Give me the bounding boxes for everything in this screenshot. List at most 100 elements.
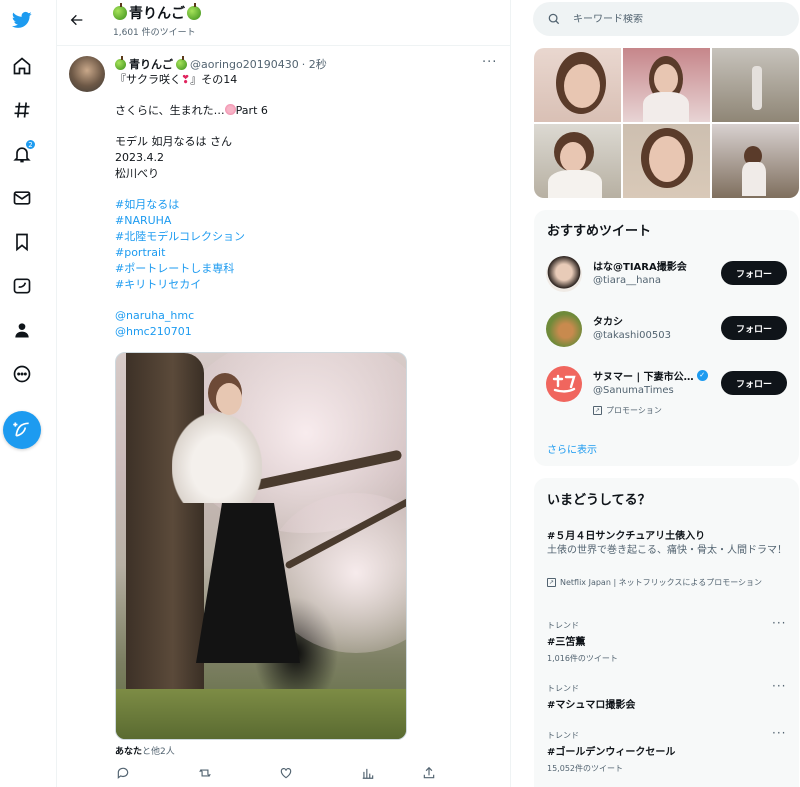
trends-title: いまどうしてる？: [547, 493, 651, 508]
avatar[interactable]: [546, 366, 582, 402]
trend-name: #マシュマロ撮影会: [547, 700, 636, 711]
search-box[interactable]: [533, 2, 799, 36]
tweet-text: 『サクラ咲く❣』その14 さくらに、生まれた… Part 6 モデル 如月なるは …: [115, 72, 495, 340]
like-heart-icon[interactable]: [278, 765, 294, 781]
tweet-model-line: モデル 如月なるは さん: [115, 135, 232, 148]
profile-header: 青りんご 1,601 件のツイート: [57, 0, 510, 46]
explore-hashtag-icon[interactable]: [10, 98, 34, 122]
hashtag-link[interactable]: #キリトリセカイ: [115, 277, 495, 293]
tweet-time[interactable]: · 2秒: [302, 56, 327, 72]
follow-button[interactable]: フォロー: [721, 261, 787, 285]
gallery-image[interactable]: [534, 48, 621, 122]
show-more-link[interactable]: さらに表示: [547, 441, 597, 456]
search-icon: [548, 13, 560, 25]
twitter-blue-icon[interactable]: [10, 274, 34, 298]
recommended-user[interactable]: はな@TIARA撮影会 @tiara__hana フォロー: [534, 256, 799, 306]
gallery-image[interactable]: [534, 124, 621, 198]
recommended-user-name: サヌマー | 下妻市公…: [593, 372, 694, 383]
tweet-more-icon[interactable]: ···: [482, 55, 497, 70]
promoted-text: プロモーション: [606, 406, 662, 415]
trend-name: #三笘薫: [547, 637, 586, 648]
left-nav: 2: [0, 0, 44, 787]
tweet-subtitle-start: さくらに、生まれた…: [115, 104, 225, 117]
tweet-author-avatar[interactable]: [69, 56, 105, 92]
promoted-icon: ↗: [593, 406, 602, 415]
avatar[interactable]: [546, 256, 582, 292]
reply-icon[interactable]: [115, 765, 131, 781]
sanuma-logo-icon: [552, 374, 576, 393]
tweet-date-line: 2023.4.2: [115, 151, 164, 164]
follow-button[interactable]: フォロー: [721, 371, 787, 395]
recommended-user[interactable]: タカシ @takashi00503 フォロー: [534, 311, 799, 361]
liked-by-you: あなた: [115, 747, 143, 757]
liked-by-others: と他2人: [142, 747, 175, 757]
messages-envelope-icon[interactable]: [10, 186, 34, 210]
more-options-circle-icon[interactable]: [10, 362, 34, 386]
right-sidebar: おすすめツイート はな@TIARA撮影会 @tiara__hana フォロー タ…: [521, 0, 800, 787]
trend-more-icon[interactable]: ···: [772, 616, 786, 630]
recommended-user-handle: @SanumaTimes: [593, 385, 674, 396]
profile-person-icon[interactable]: [10, 318, 34, 342]
gallery-image[interactable]: [623, 48, 710, 122]
tweet-actions: [115, 765, 495, 783]
tweet-subtitle-line: さくらに、生まれた… Part 6: [115, 103, 495, 119]
trend-description: 土俵の世界で巻き起こる、痛快・骨太・人間ドラマ！: [547, 545, 787, 556]
trend-more-icon[interactable]: ···: [772, 679, 786, 693]
recommended-user-handle: @tiara__hana: [593, 275, 661, 286]
hashtag-link[interactable]: #NARUHA: [115, 213, 495, 229]
recommended-title: おすすめツイート: [547, 224, 652, 239]
green-apple-icon: [115, 55, 126, 70]
retweet-icon[interactable]: [197, 765, 213, 781]
mention-link[interactable]: @hmc210701: [115, 324, 495, 340]
tweet-photo[interactable]: [115, 352, 407, 740]
bookmark-icon[interactable]: [10, 230, 34, 254]
recommended-user-name[interactable]: はな@TIARA撮影会: [593, 258, 687, 273]
hashtag-link[interactable]: #如月なるは: [115, 197, 495, 213]
home-icon[interactable]: [10, 54, 34, 78]
trend-promoted-by: ↗ Netflix Japan | ネットフリックスによるプロモーション: [547, 577, 762, 588]
trend-count: 15,052件のツイート: [547, 764, 623, 773]
trend-name: #５月４日サンクチュアリ土俵入り: [547, 531, 706, 542]
notifications-badge: 2: [25, 139, 36, 150]
trend-promoted-by-text: Netflix Japan | ネットフリックスによるプロモーション: [560, 578, 763, 587]
recommended-user-name-line[interactable]: サヌマー | 下妻市公… ✓: [593, 368, 708, 383]
gallery-image[interactable]: [712, 124, 799, 198]
search-input[interactable]: [573, 13, 773, 25]
avatar[interactable]: [546, 311, 582, 347]
share-icon[interactable]: [421, 765, 437, 781]
liked-by-text[interactable]: あなたと他2人: [115, 744, 175, 757]
verified-badge-icon: ✓: [696, 370, 708, 381]
recommended-user-handle: @takashi00503: [593, 330, 671, 341]
tweet-author-name[interactable]: 青りんご: [129, 56, 173, 72]
main-timeline: 青りんご 1,601 件のツイート 青りんご @aoringo20190430 …: [56, 0, 511, 787]
tweet-author-line: 青りんご @aoringo20190430 · 2秒: [115, 55, 327, 72]
heart-exclamation-icon: ❣: [181, 73, 191, 86]
recommended-user[interactable]: サヌマー | 下妻市公… ✓ @SanumaTimes ↗ プロモーション フォ…: [534, 366, 799, 426]
tweet-location-line: 松川べり: [115, 167, 159, 180]
hashtag-link[interactable]: #ポートレートしま専科: [115, 261, 495, 277]
gallery-image[interactable]: [712, 48, 799, 122]
tweet-title-end: 』その14: [190, 73, 238, 86]
notifications-bell-icon[interactable]: 2: [10, 139, 36, 166]
analytics-icon[interactable]: [360, 765, 376, 781]
tweet-subtitle-end: Part 6: [235, 104, 268, 117]
recommended-user-name[interactable]: タカシ: [593, 313, 623, 328]
hashtag-link[interactable]: #北陸モデルコレクション: [115, 229, 495, 245]
tweet-author-handle[interactable]: @aoringo20190430: [190, 58, 299, 71]
gallery-image[interactable]: [623, 124, 710, 198]
twitter-logo-icon[interactable]: [10, 8, 34, 32]
compose-tweet-button[interactable]: [3, 411, 41, 449]
promoted-icon: ↗: [547, 578, 556, 587]
trends-box: いまどうしてる？ #５月４日サンクチュアリ土俵入り 土俵の世界で巻き起こる、痛快…: [534, 478, 799, 787]
back-arrow-icon[interactable]: [67, 10, 87, 30]
trend-more-icon[interactable]: ···: [772, 726, 786, 740]
green-apple-icon: [113, 3, 127, 20]
green-apple-icon: [176, 55, 187, 70]
mention-link[interactable]: @naruha_hmc: [115, 308, 495, 324]
media-gallery: [534, 48, 799, 198]
hashtag-link[interactable]: #portrait: [115, 245, 495, 261]
trend-category: トレンド: [547, 621, 579, 630]
follow-button[interactable]: フォロー: [721, 316, 787, 340]
header-name-text: 青りんご: [129, 6, 185, 22]
trend-category: トレンド: [547, 731, 579, 740]
